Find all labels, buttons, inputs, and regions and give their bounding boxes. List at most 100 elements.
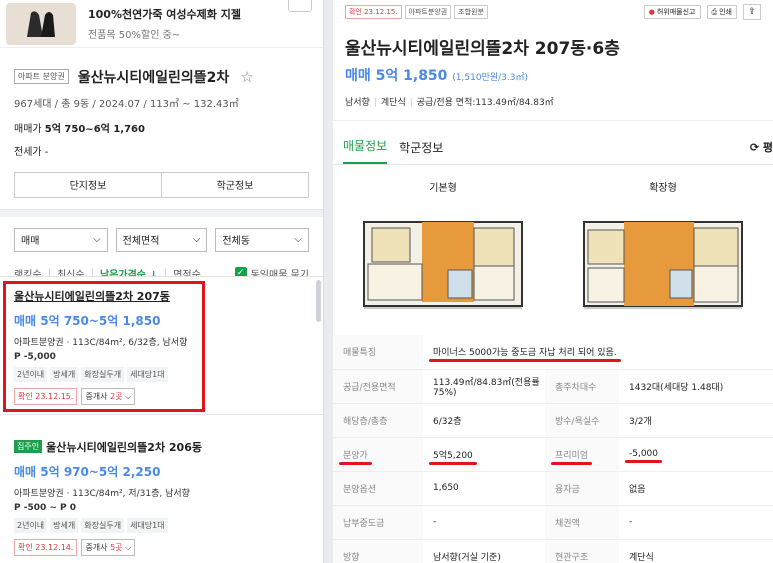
detail-header-tags: 확인 23.12.15. 아파트분양권 조합원분 ● 허위매물신고 ⎙ 인쇄 ⇪ bbox=[333, 0, 773, 20]
table-row: 분양가 5억5,200 프리미엄 -5,000 bbox=[333, 437, 773, 472]
detail-panel: 확인 23.12.15. 아파트분양권 조합원분 ● 허위매물신고 ⎙ 인쇄 ⇪ 울… bbox=[333, 0, 773, 563]
broker-count-button[interactable]: 중개사 5곳 ⌵ bbox=[81, 539, 136, 556]
spec-key: 총주차대수 bbox=[545, 369, 619, 404]
ad-title: 100%천연가죽 여성수제화 지젤 bbox=[88, 8, 241, 21]
spec-value: 6/32층 bbox=[423, 403, 545, 438]
feature-chip: 방세개 bbox=[50, 518, 79, 533]
highlight-box bbox=[3, 281, 205, 412]
complex-info-button[interactable]: 단지정보 bbox=[15, 173, 161, 197]
price-label: 매매가 bbox=[14, 123, 42, 135]
ad-close-tab[interactable] bbox=[288, 0, 312, 12]
compare-button[interactable]: ⟳ 평 bbox=[750, 139, 773, 155]
floor-plan-basic[interactable]: 기본형 bbox=[333, 179, 553, 316]
complex-summary: 아파트 분양권 울산뉴시티에일린의뜰2차 ☆ 967세대 / 총 9동 / 20… bbox=[0, 48, 323, 158]
table-row: 납부중도금 - 채권액 - bbox=[333, 505, 773, 540]
detail-price-value: 매매 5억 1,850 bbox=[345, 68, 448, 84]
school-info-button[interactable]: 학군정보 bbox=[161, 172, 308, 197]
listing-title[interactable]: 울산뉴시티에일린의뜰2차 206동 bbox=[46, 441, 202, 454]
chevron-down-icon: ⌵ bbox=[192, 234, 201, 245]
jeonse-price: 전세가 - bbox=[14, 146, 49, 158]
detail-tabs: 매물정보 학군정보 ⟳ 평 bbox=[333, 121, 773, 165]
spec-value-cell: 5억5,200 bbox=[423, 437, 545, 472]
spec-table: 매물특징 마이너스 5000가능 중도금 자납 처리 되어 있음. 공급/전용면… bbox=[333, 335, 773, 563]
broker-count: 5곳 bbox=[110, 543, 123, 552]
list-item[interactable]: 집주인 울산뉴시티에일린의뜰2차 206동 매매 5억 970~5억 2,250 … bbox=[0, 425, 323, 556]
tab-school-info[interactable]: 학군정보 bbox=[399, 139, 443, 164]
trade-type-select[interactable]: 매매 ⌵ bbox=[14, 227, 108, 252]
feature-chip: 화장실두개 bbox=[81, 518, 125, 533]
spec-key: 해당층/총층 bbox=[333, 403, 423, 438]
listing-panel: 100%천연가죽 여성수제화 지젤 전품목 50%할인 중~ 아파트 분양권 울… bbox=[0, 0, 324, 563]
building-label: 전체동 bbox=[222, 236, 250, 247]
spec-key: 융자금 bbox=[545, 471, 619, 506]
owner-badge: 집주인 bbox=[14, 440, 43, 453]
spec-key-cell: 분양가 bbox=[333, 437, 423, 472]
spec-value: - bbox=[423, 505, 545, 540]
favorite-star-icon[interactable]: ☆ bbox=[240, 68, 253, 86]
spec-key: 방향 bbox=[333, 539, 423, 563]
type-tag: 아파트분양권 bbox=[404, 5, 452, 19]
complex-type-tag: 아파트 분양권 bbox=[14, 69, 69, 84]
price-value: 5억 750~6억 1,760 bbox=[44, 123, 145, 135]
spec-value: - bbox=[619, 505, 773, 540]
building-select[interactable]: 전체동 ⌵ bbox=[215, 227, 309, 252]
report-label: 허위매물신고 bbox=[656, 8, 696, 16]
spec-key: 분양옵션 bbox=[333, 471, 423, 506]
siren-icon: ● bbox=[648, 8, 655, 16]
spec-value: 5억5,200 bbox=[433, 450, 473, 461]
spec-key: 채권액 bbox=[545, 505, 619, 540]
print-button[interactable]: ⎙ 인쇄 bbox=[706, 5, 737, 19]
ad-subtitle: 전품목 50%할인 중~ bbox=[88, 30, 181, 41]
spec-key: 매물특징 bbox=[333, 335, 423, 370]
floor-plan-image bbox=[363, 221, 523, 309]
print-icon: ⎙ bbox=[711, 7, 718, 16]
chevron-down-icon: ⌵ bbox=[294, 234, 302, 245]
complex-name: 울산뉴시티에일린의뜰2차 bbox=[77, 69, 230, 86]
confirm-tag: 확인 23.12.15. bbox=[345, 5, 402, 19]
spec-value: 없음 bbox=[619, 471, 773, 506]
spec-value-cell: 마이너스 5000가능 중도금 자납 처리 되어 있음. bbox=[423, 335, 773, 370]
table-row: 공급/전용면적 113.49㎡/84.83㎡(전용률75%) 총주차대수 143… bbox=[333, 369, 773, 404]
ad-thumbnail bbox=[6, 2, 76, 45]
report-button[interactable]: ● 허위매물신고 bbox=[643, 5, 701, 19]
share-icon[interactable]: ⇪ bbox=[743, 4, 761, 20]
floor-plan-extended[interactable]: 확장형 bbox=[553, 179, 773, 316]
confirm-date-badge: 확인 23.12.14. bbox=[14, 539, 78, 556]
direction: 남서향 bbox=[345, 98, 370, 108]
spec-value: -5,000 bbox=[629, 449, 659, 459]
member-tag: 조합원분 bbox=[454, 5, 488, 19]
listing-chips: 2년이내 방세개 화장실두개 세대당1대 bbox=[14, 518, 310, 533]
detail-tools: ● 허위매물신고 ⎙ 인쇄 ⇪ bbox=[643, 4, 761, 20]
listing-premium: P -500 ~ P 0 bbox=[14, 503, 77, 513]
tab-listing-info[interactable]: 매물정보 bbox=[343, 137, 388, 164]
spec-value: 1,650 bbox=[423, 471, 545, 506]
table-row: 매물특징 마이너스 5000가능 중도금 자납 처리 되어 있음. bbox=[333, 335, 773, 370]
spec-value-cell: -5,000 bbox=[619, 437, 773, 472]
spec-value: 계단식 bbox=[619, 539, 773, 563]
print-label: 인쇄 bbox=[719, 8, 732, 16]
feature-chip: 세대당1대 bbox=[127, 518, 168, 533]
filter-bar: 매매 ⌵ 전체면적 ⌵ 전체동 ⌵ bbox=[0, 217, 323, 252]
panel-gap bbox=[324, 0, 333, 563]
spec-key: 방수/욕실수 bbox=[545, 403, 619, 438]
spec-key: 프리미엄 bbox=[555, 450, 589, 461]
area-label: 전체면적 bbox=[122, 236, 160, 247]
complex-meta: 967세대 / 총 9동 / 2024.07 / 113㎡ ~ 132.43㎡ bbox=[14, 98, 239, 110]
detail-title: 울산뉴시티에일린의뜰2차 207동·6층 bbox=[345, 39, 620, 59]
listing-badges: 확인 23.12.14. 중개사 5곳 ⌵ bbox=[14, 539, 310, 556]
listing-info: 아파트분양권 · 113C/84m², 저/31층, 남서향 bbox=[14, 489, 190, 499]
spec-value: 1432대(세대당 1.48대) bbox=[619, 369, 773, 404]
ad-banner[interactable]: 100%천연가죽 여성수제화 지젤 전품목 50%할인 중~ bbox=[0, 0, 323, 48]
scrollbar[interactable] bbox=[316, 280, 321, 322]
spec-key-cell: 프리미엄 bbox=[545, 437, 619, 472]
price-per-pyeong: (1,510만원/3.3㎡) bbox=[452, 73, 528, 83]
spec-value: 남서향(거실 기준) bbox=[423, 539, 545, 563]
area-select[interactable]: 전체면적 ⌵ bbox=[115, 227, 208, 252]
listing-price: 매매 5억 970~5억 2,250 bbox=[14, 465, 161, 479]
spec-key: 납부중도금 bbox=[333, 505, 423, 540]
entrance-type: 계단식 bbox=[380, 98, 406, 108]
table-row: 해당층/총층 6/32층 방수/욕실수 3/2개 bbox=[333, 403, 773, 438]
complex-price: 매매가 5억 750~6억 1,760 bbox=[14, 120, 309, 135]
area-summary: 공급/전용 면적:113.49㎡/84.83㎡ bbox=[416, 98, 554, 108]
spec-value: 3/2개 bbox=[619, 403, 773, 438]
